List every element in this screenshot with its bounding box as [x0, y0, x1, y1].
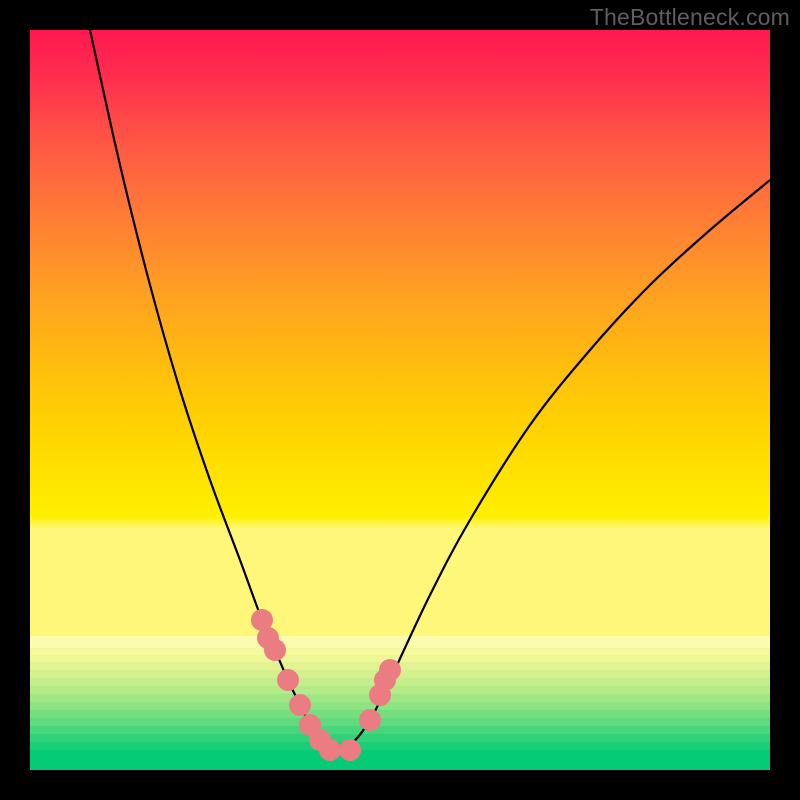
marker-dot — [359, 709, 381, 731]
marker-dot — [289, 694, 311, 716]
curve-left — [90, 30, 330, 750]
marker-dot — [319, 739, 341, 761]
marker-dot — [264, 639, 286, 661]
marker-dot — [339, 739, 361, 761]
chart-curves — [30, 30, 770, 770]
plot-area — [30, 30, 770, 770]
chart-frame: TheBottleneck.com — [0, 0, 800, 800]
marker-dots — [251, 609, 401, 761]
marker-dot — [379, 659, 401, 681]
marker-dot — [277, 669, 299, 691]
watermark-text: TheBottleneck.com — [590, 4, 790, 31]
